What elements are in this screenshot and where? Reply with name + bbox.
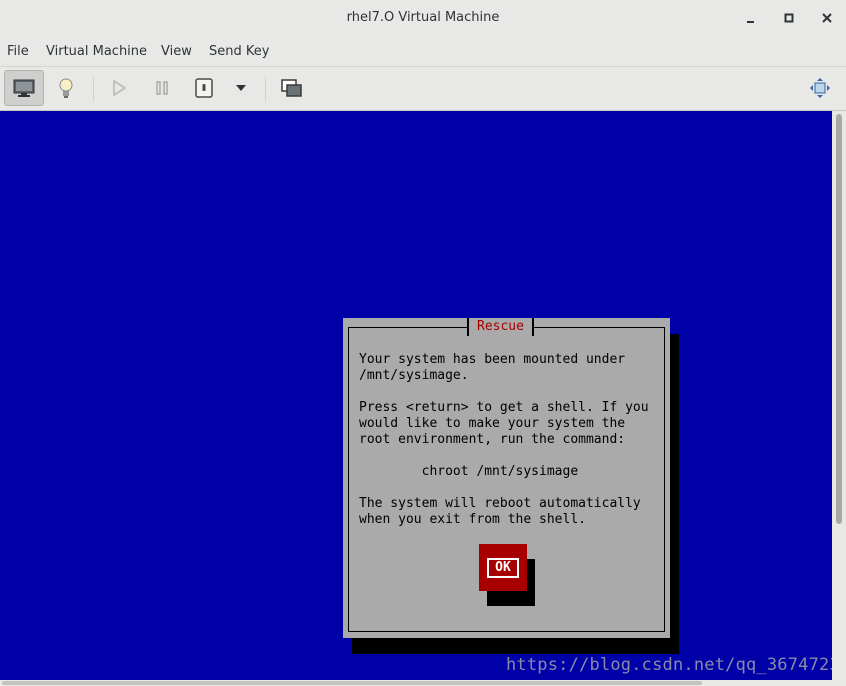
rescue-dialog: Rescue Your system has been mounted unde… [343,318,670,638]
scrollbar-thumb[interactable] [836,114,842,524]
shutdown-menu-button[interactable] [222,70,260,106]
minimize-icon [747,21,754,23]
title-bar: rhel7.O Virtual Machine [0,0,846,38]
scrollbar-thumb[interactable] [2,681,702,685]
close-icon [822,13,832,23]
menu-bar: File Virtual Machine View Send Key [0,38,846,67]
toolbar [0,67,846,111]
watermark: https://blog.csdn.net/qq_36747237 [506,655,832,675]
toolbar-separator [265,77,266,101]
snapshots-button[interactable] [272,70,312,106]
monitor-icon [13,79,35,97]
run-button[interactable] [99,70,139,106]
snapshots-icon [281,79,302,97]
menu-file[interactable]: File [7,44,29,59]
pause-icon [156,81,168,95]
ok-button[interactable]: OK [479,544,527,591]
power-icon [195,78,213,98]
maximize-icon [784,13,794,23]
chevron-down-icon [236,85,246,91]
window-title: rhel7.O Virtual Machine [346,10,500,25]
pause-button[interactable] [142,70,182,106]
dialog-title: Rescue [467,318,534,336]
details-button[interactable] [46,70,86,106]
menu-send-key[interactable]: Send Key [209,44,269,59]
menu-view[interactable]: View [161,44,192,59]
horizontal-scrollbar[interactable] [0,680,846,686]
maximize-button[interactable] [778,8,800,28]
shutdown-button[interactable] [184,70,224,106]
console-button[interactable] [4,70,44,106]
fullscreen-icon [810,78,830,98]
lightbulb-icon [59,78,73,98]
close-button[interactable] [816,8,838,28]
play-icon [113,80,127,96]
ok-button-label: OK [487,557,519,578]
toolbar-separator [93,77,94,101]
vertical-scrollbar[interactable] [832,111,846,680]
minimize-button[interactable] [740,8,762,28]
menu-virtual-machine[interactable]: Virtual Machine [46,44,147,59]
vm-console[interactable]: Rescue Your system has been mounted unde… [0,111,832,680]
fullscreen-button[interactable] [800,70,840,106]
dialog-message: Your system has been mounted under /mnt/… [359,352,649,527]
